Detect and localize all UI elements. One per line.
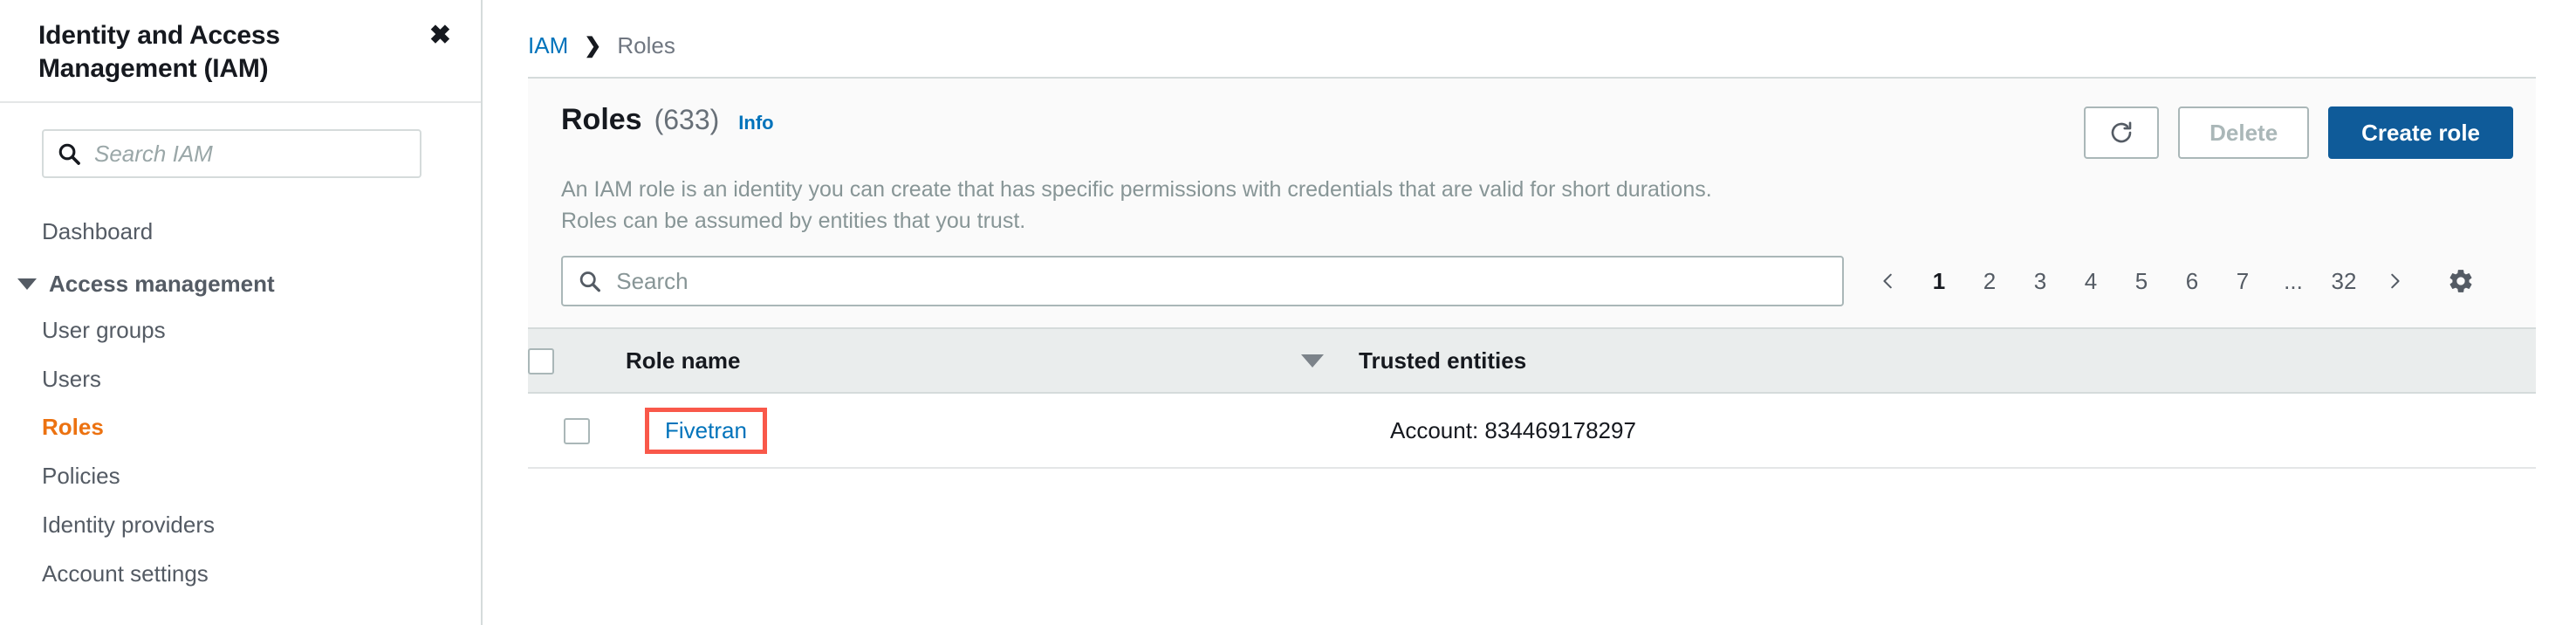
column-header-select-all bbox=[528, 327, 626, 394]
sidebar-nav: Dashboard Access management User groups … bbox=[0, 178, 481, 599]
select-all-checkbox[interactable] bbox=[528, 348, 554, 375]
table-search-box[interactable] bbox=[561, 256, 1844, 306]
pagination-page-4[interactable]: 4 bbox=[2066, 256, 2116, 306]
breadcrumb-current: Roles bbox=[617, 31, 675, 58]
table-header: Role name Trusted entities bbox=[528, 327, 2536, 394]
pagination-page-3[interactable]: 3 bbox=[2015, 256, 2066, 306]
column-header-trusted-entities: Trusted entities bbox=[1359, 327, 2536, 394]
search-icon bbox=[58, 143, 80, 165]
pagination-page-5[interactable]: 5 bbox=[2116, 256, 2167, 306]
sidebar-item-account-settings[interactable]: Account settings bbox=[0, 550, 481, 599]
sidebar-header: Identity and Access Management (IAM) ✖ bbox=[0, 0, 481, 103]
column-header-role-name-label: Role name bbox=[626, 347, 741, 374]
header-actions: Delete Create role bbox=[2084, 103, 2513, 159]
row-select-checkbox[interactable] bbox=[563, 418, 590, 445]
table-body: Fivetran Account: 834469178297 bbox=[528, 393, 2536, 469]
sidebar-search-box[interactable] bbox=[42, 129, 421, 178]
chevron-right-icon bbox=[2391, 273, 2400, 289]
pagination-ellipsis: ... bbox=[2284, 267, 2303, 294]
pagination-page-2[interactable]: 2 bbox=[1964, 256, 2015, 306]
chevron-left-icon bbox=[1883, 273, 1892, 289]
refresh-button[interactable] bbox=[2084, 106, 2160, 159]
column-header-trusted-entities-label: Trusted entities bbox=[1359, 347, 1527, 374]
role-name-link[interactable]: Fivetran bbox=[665, 417, 747, 444]
table-row[interactable]: Fivetran Account: 834469178297 bbox=[528, 393, 2536, 469]
main-content: IAM ❯ Roles Roles (633) Info Delete Crea… bbox=[483, 0, 2576, 625]
pagination-page-7[interactable]: 7 bbox=[2217, 256, 2268, 306]
roles-count: (633) bbox=[654, 104, 720, 135]
roles-title-block: Roles (633) Info bbox=[561, 103, 774, 137]
pagination-page-1[interactable]: 1 bbox=[1914, 256, 1964, 306]
close-icon[interactable]: ✖ bbox=[429, 19, 451, 49]
trusted-entities-value: Account: 834469178297 bbox=[1390, 416, 1636, 443]
gear-icon bbox=[2449, 270, 2472, 292]
breadcrumb-link-iam[interactable]: IAM bbox=[528, 32, 568, 59]
sidebar-search-wrap bbox=[0, 103, 481, 178]
info-link[interactable]: Info bbox=[738, 112, 773, 134]
sidebar-item-users[interactable]: Users bbox=[0, 355, 481, 404]
sidebar-item-user-groups[interactable]: User groups bbox=[0, 306, 481, 355]
caret-down-icon bbox=[17, 278, 37, 290]
delete-button[interactable]: Delete bbox=[2178, 106, 2310, 159]
search-icon bbox=[579, 271, 600, 292]
sidebar-item-identity-providers[interactable]: Identity providers bbox=[0, 501, 481, 550]
chevron-right-icon: ❯ bbox=[584, 33, 602, 58]
pagination: 1 2 3 4 5 6 7 ... 32 bbox=[1863, 256, 2420, 306]
column-header-role-name[interactable]: Role name bbox=[626, 327, 1359, 394]
roles-title-row: Roles (633) Info bbox=[561, 103, 774, 137]
roles-toolbar: 1 2 3 4 5 6 7 ... 32 bbox=[528, 237, 2536, 327]
roles-panel: Roles (633) Info Delete Create role An I… bbox=[528, 77, 2536, 469]
trusted-entities-cell: Account: 834469178297 bbox=[1359, 393, 2536, 469]
sidebar-group-access-management[interactable]: Access management bbox=[0, 257, 481, 306]
page-title: Roles bbox=[561, 103, 642, 136]
refresh-icon bbox=[2111, 121, 2132, 143]
iam-roles-page: Identity and Access Management (IAM) ✖ D… bbox=[0, 0, 2576, 625]
roles-table: Role name Trusted entities Fivetran Acco… bbox=[528, 327, 2536, 469]
roles-panel-header: Roles (633) Info Delete Create role bbox=[528, 79, 2536, 168]
breadcrumb: IAM ❯ Roles bbox=[483, 0, 2576, 68]
role-name-cell: Fivetran bbox=[626, 393, 1359, 469]
sidebar-title: Identity and Access Management (IAM) bbox=[38, 21, 280, 83]
pagination-next[interactable] bbox=[2369, 256, 2420, 306]
row-checkbox-cell bbox=[528, 393, 626, 469]
sidebar-item-dashboard[interactable]: Dashboard bbox=[0, 208, 481, 257]
create-role-button[interactable]: Create role bbox=[2328, 106, 2513, 159]
iam-sidebar: Identity and Access Management (IAM) ✖ D… bbox=[0, 0, 483, 625]
table-header-row: Role name Trusted entities bbox=[528, 327, 2536, 394]
table-search-input[interactable] bbox=[614, 266, 1826, 296]
table-settings-button[interactable] bbox=[2434, 256, 2488, 306]
roles-description: An IAM role is an identity you can creat… bbox=[561, 177, 1712, 233]
sidebar-group-label: Access management bbox=[49, 270, 275, 297]
pagination-page-32[interactable]: 32 bbox=[2319, 256, 2369, 306]
highlight-annotation-box: Fivetran bbox=[645, 407, 767, 454]
sidebar-item-policies[interactable]: Policies bbox=[0, 452, 481, 501]
search-input[interactable] bbox=[92, 139, 406, 168]
sidebar-item-roles[interactable]: Roles bbox=[0, 403, 481, 452]
pagination-page-6[interactable]: 6 bbox=[2167, 256, 2217, 306]
sort-descending-icon bbox=[1301, 354, 1324, 367]
pagination-prev[interactable] bbox=[1863, 256, 1914, 306]
